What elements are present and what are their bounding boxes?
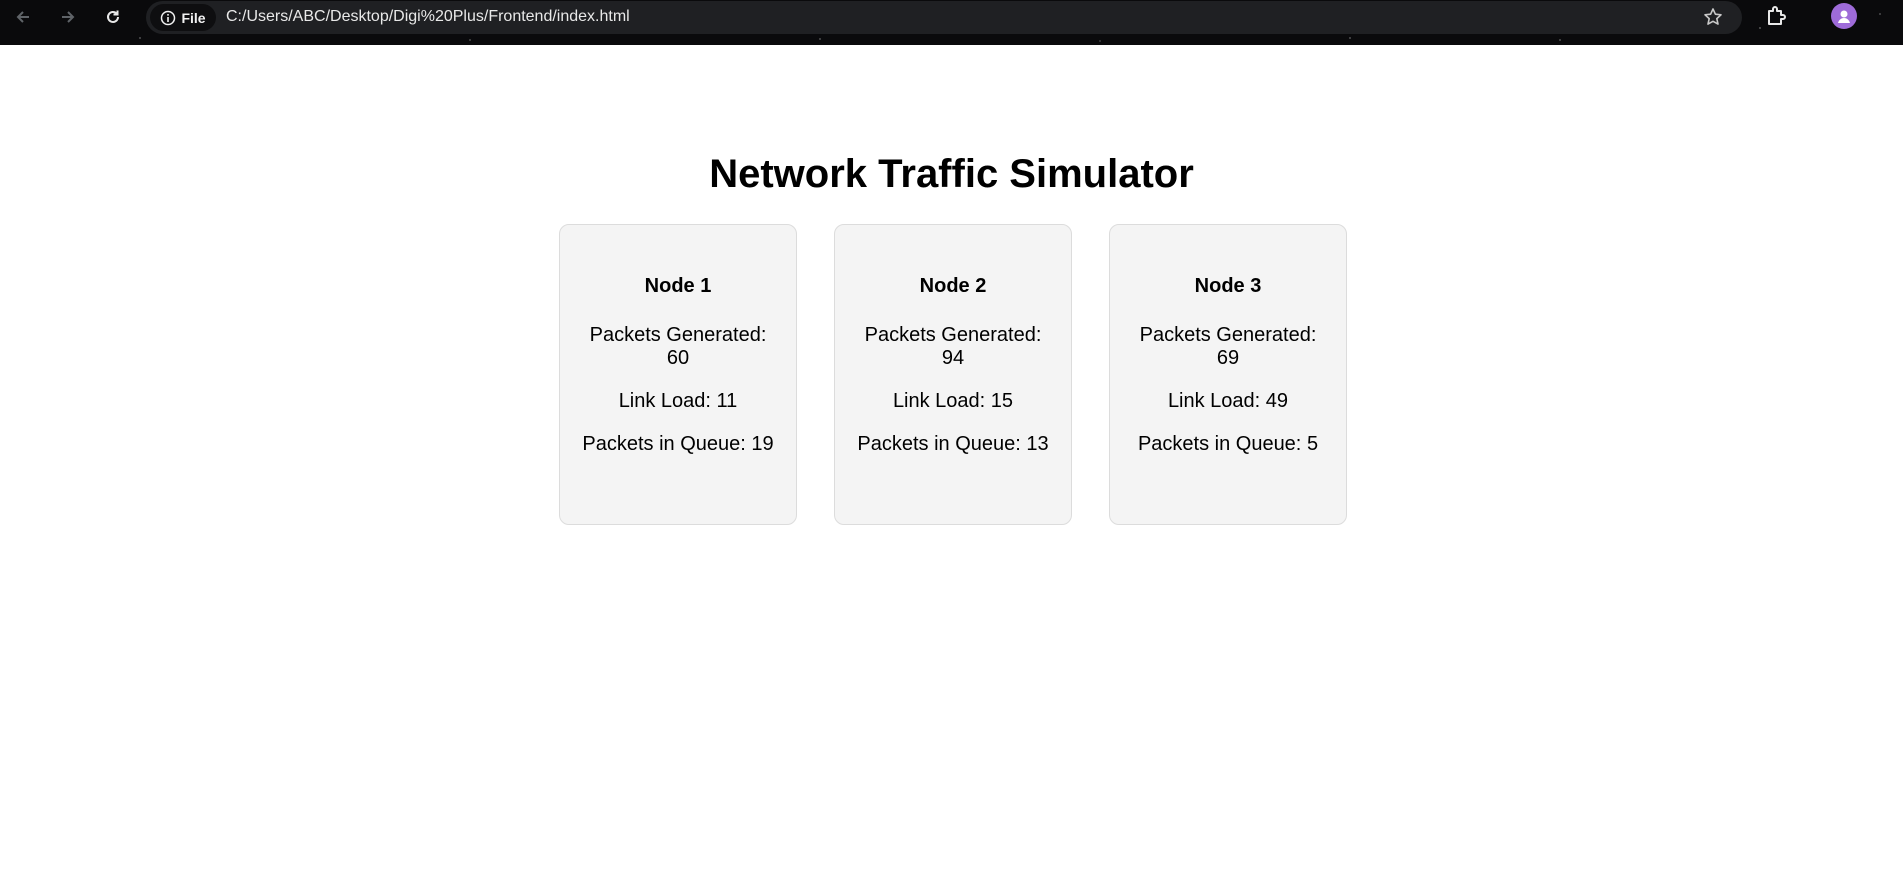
forward-button[interactable] xyxy=(54,3,82,31)
packets-in-queue-value: 13 xyxy=(1026,433,1049,455)
node-card-3: Node 3 Packets Generated: 69 Link Load: … xyxy=(1109,224,1347,525)
link-load-stat: Link Load: 49 xyxy=(1132,390,1324,413)
forward-arrow-icon xyxy=(62,11,75,23)
address-bar[interactable]: File C:/Users/ABC/Desktop/Digi%20Plus/Fr… xyxy=(146,1,1742,34)
node-title: Node 1 xyxy=(644,275,712,297)
packets-in-queue-label: Packets in Queue: xyxy=(857,433,1021,455)
packets-generated-label: Packets Generated: xyxy=(1139,324,1317,346)
star-icon xyxy=(1704,8,1722,25)
packets-generated-stat: Packets Generated: 60 xyxy=(582,324,774,370)
extensions-button[interactable] xyxy=(1763,4,1789,35)
back-button[interactable] xyxy=(9,3,37,31)
bookmark-button[interactable] xyxy=(1702,6,1724,33)
link-load-label: Link Load: xyxy=(892,390,986,412)
packets-in-queue-stat: Packets in Queue: 13 xyxy=(857,433,1049,456)
profile-avatar-icon xyxy=(1838,10,1850,23)
site-info-label: File xyxy=(181,9,206,26)
packets-generated-label: Packets Generated: xyxy=(864,324,1042,346)
link-load-label: Link Load: xyxy=(1167,390,1261,412)
back-arrow-icon xyxy=(16,11,29,23)
info-icon xyxy=(161,10,176,25)
reload-button[interactable] xyxy=(99,3,127,31)
node-cards: Node 1 Packets Generated: 60 Link Load: … xyxy=(559,224,1347,525)
link-load-value: 49 xyxy=(1265,390,1289,412)
browser-toolbar: File C:/Users/ABC/Desktop/Digi%20Plus/Fr… xyxy=(0,0,1903,45)
url-text[interactable]: C:/Users/ABC/Desktop/Digi%20Plus/Fronten… xyxy=(226,8,630,26)
packets-generated-stat: Packets Generated: 69 xyxy=(1132,324,1324,370)
node-card-1: Node 1 Packets Generated: 60 Link Load: … xyxy=(559,224,797,525)
packets-in-queue-value: 19 xyxy=(751,433,774,455)
packets-generated-value: 69 xyxy=(1216,347,1240,369)
packets-generated-label: Packets Generated: xyxy=(589,324,767,346)
page-content: Network Traffic Simulator Node 1 Packets… xyxy=(0,45,1903,885)
packets-in-queue-value: 5 xyxy=(1306,433,1319,455)
site-info-button[interactable]: File xyxy=(150,4,216,31)
packets-generated-value: 60 xyxy=(666,347,690,369)
packets-in-queue-stat: Packets in Queue: 5 xyxy=(1132,433,1324,456)
link-load-value: 11 xyxy=(716,390,738,412)
packets-generated-value: 94 xyxy=(941,347,965,369)
link-load-value: 15 xyxy=(990,390,1014,412)
packets-in-queue-label: Packets in Queue: xyxy=(1137,433,1302,455)
page-title: Network Traffic Simulator xyxy=(709,152,1194,196)
node-title: Node 3 xyxy=(1194,275,1262,297)
packets-in-queue-stat: Packets in Queue: 19 xyxy=(582,433,774,456)
profile-avatar[interactable] xyxy=(1831,3,1857,29)
extensions-icon xyxy=(1768,6,1786,25)
link-load-label: Link Load: xyxy=(618,390,711,412)
link-load-stat: Link Load: 11 xyxy=(582,390,774,413)
packets-in-queue-label: Packets in Queue: xyxy=(582,433,746,455)
link-load-stat: Link Load: 15 xyxy=(857,390,1049,413)
node-title: Node 2 xyxy=(919,275,987,297)
reload-icon xyxy=(107,10,119,23)
node-card-2: Node 2 Packets Generated: 94 Link Load: … xyxy=(834,224,1072,525)
packets-generated-stat: Packets Generated: 94 xyxy=(857,324,1049,370)
